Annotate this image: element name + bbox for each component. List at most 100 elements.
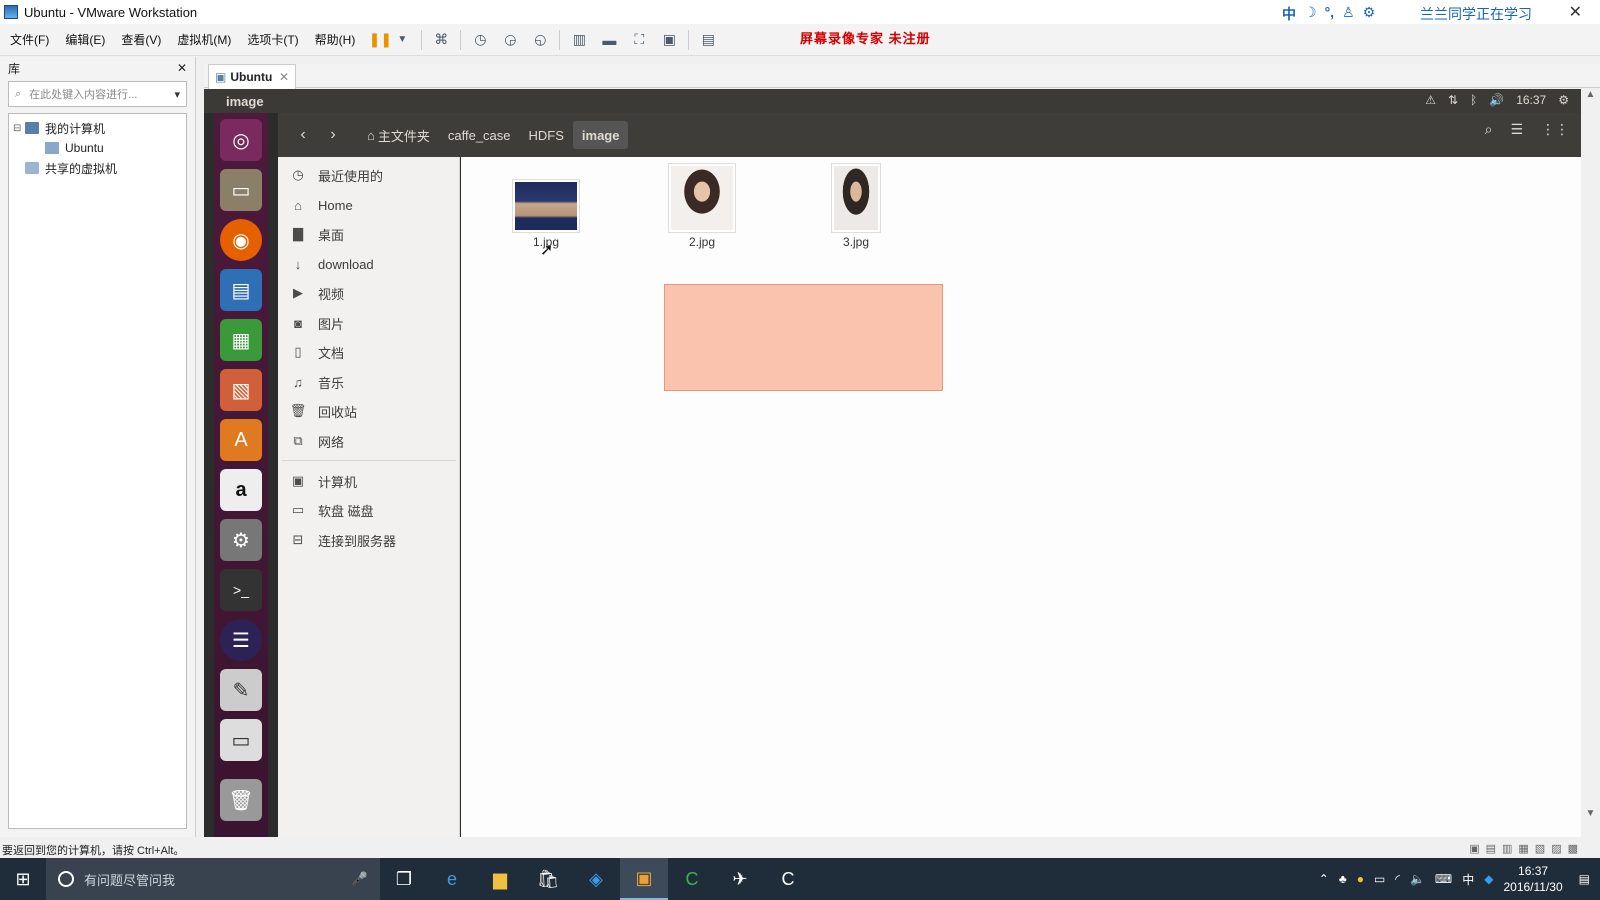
- taskbar-app-icon[interactable]: ✈: [716, 858, 764, 900]
- tree-node-ubuntu[interactable]: Ubuntu: [13, 138, 182, 158]
- vmware-taskbar-icon[interactable]: ▣: [620, 858, 668, 900]
- device-icons[interactable]: ▣▤▥▦▧▨▩: [1469, 842, 1584, 855]
- keyboard-icon[interactable]: ⌨: [1435, 872, 1452, 886]
- sidebar-item-home[interactable]: ⌂ Home: [278, 191, 460, 219]
- full-screen-icon[interactable]: ⛶: [628, 29, 650, 51]
- tray-app-icon[interactable]: ◆: [1484, 872, 1493, 886]
- sidebar-item-recent[interactable]: ◷ 最近使用的: [278, 161, 460, 189]
- file-explorer-icon[interactable]: ▆: [476, 858, 524, 900]
- close-tab-icon[interactable]: ✕: [279, 70, 289, 84]
- gear-icon[interactable]: ⚙: [1363, 4, 1376, 24]
- calc-icon[interactable]: ▦: [220, 319, 262, 361]
- taskbar-clock[interactable]: 16:37 2016/11/30: [1503, 863, 1562, 895]
- battery-icon[interactable]: ▭: [1374, 872, 1385, 886]
- tray-app-icon[interactable]: ●: [1357, 872, 1364, 886]
- sidebar-item-floppy[interactable]: ▭ 软盘 磁盘: [278, 496, 460, 524]
- file-item[interactable]: 1.jpg: [501, 179, 591, 249]
- ime-indicator[interactable]: 中: [1462, 871, 1474, 888]
- scroll-down-icon[interactable]: ▼: [1581, 808, 1600, 819]
- files-icon[interactable]: ▭: [220, 169, 262, 211]
- tree-node-my-computer[interactable]: ⊟ 我的计算机: [13, 118, 182, 138]
- search-icon[interactable]: ⌕: [1485, 121, 1493, 138]
- sidebar-item-videos[interactable]: ▶ 视频: [278, 279, 460, 307]
- breadcrumb-image[interactable]: image: [572, 121, 629, 149]
- sidebar-item-desktop[interactable]: ▇ 桌面: [278, 220, 460, 248]
- file-item[interactable]: 2.jpg: [657, 163, 747, 249]
- library-search-input[interactable]: ⌕ 在此处键入内容进行... ▾: [8, 81, 187, 107]
- tree-node-shared-vms[interactable]: 共享的虚拟机: [13, 158, 182, 178]
- sidebar-item-network[interactable]: ⧉ 网络: [278, 427, 460, 455]
- dropdown-chevron-icon[interactable]: ▼: [391, 29, 413, 51]
- writer-icon[interactable]: ▤: [220, 269, 262, 311]
- scroll-up-icon[interactable]: ▲: [1581, 89, 1600, 100]
- eclipse-icon[interactable]: ☰: [220, 619, 262, 661]
- forward-icon[interactable]: ›: [318, 121, 348, 149]
- sidebar-item-download[interactable]: ↓ download: [278, 250, 460, 278]
- menu-edit[interactable]: 编辑(E): [59, 31, 111, 48]
- volume-icon[interactable]: 🔊: [1489, 93, 1504, 107]
- ubuntu-clock[interactable]: 16:37: [1516, 93, 1546, 107]
- sidebar-item-trash[interactable]: 🗑 回收站: [278, 397, 460, 425]
- console-view-icon[interactable]: ▤: [697, 29, 719, 51]
- send-keys-icon[interactable]: ⌘: [430, 29, 452, 51]
- collapse-icon[interactable]: ⊟: [13, 123, 25, 134]
- volume-icon[interactable]: 🔈: [1410, 872, 1425, 886]
- file-item[interactable]: 3.jpg: [811, 163, 901, 249]
- sidebar-item-computer[interactable]: ▣ 计算机: [278, 467, 460, 495]
- firefox-icon[interactable]: ◉: [220, 219, 262, 261]
- impress-icon[interactable]: ▧: [220, 369, 262, 411]
- file-view[interactable]: 1.jpg 2.jpg 3.jpg ➚: [461, 157, 1581, 837]
- menu-vm[interactable]: 虚拟机(M): [171, 31, 237, 48]
- task-view-icon[interactable]: ❐: [380, 858, 428, 900]
- system-settings-icon[interactable]: ⚙: [220, 519, 262, 561]
- text-editor-icon[interactable]: ✎: [220, 669, 262, 711]
- breadcrumb-caffe-case[interactable]: caffe_case: [439, 121, 520, 149]
- windows-start-icon[interactable]: ⊞: [0, 858, 46, 900]
- camtasia-icon[interactable]: C: [668, 858, 716, 900]
- list-view-icon[interactable]: ☰: [1510, 121, 1523, 138]
- cortana-search-box[interactable]: 有问题尽管问我 🎤: [46, 858, 380, 900]
- breadcrumb-hdfs[interactable]: HDFS: [520, 121, 573, 149]
- vm-vertical-scrollbar[interactable]: ▲ ▼: [1581, 89, 1600, 837]
- tray-app-icon[interactable]: ♣: [1339, 872, 1347, 886]
- snapshot-manager-icon[interactable]: ◵: [529, 29, 551, 51]
- snapshot-icon[interactable]: ◷: [469, 29, 491, 51]
- menu-tabs[interactable]: 选项卡(T): [241, 31, 304, 48]
- terminal-icon[interactable]: >_: [220, 569, 262, 611]
- dash-icon[interactable]: ◎: [220, 119, 262, 161]
- sidebar-item-documents[interactable]: ▯ 文档: [278, 338, 460, 366]
- update-icon[interactable]: ⚠: [1425, 93, 1436, 107]
- unity-icon[interactable]: ▣: [658, 29, 680, 51]
- taskbar-app-icon[interactable]: C: [764, 858, 812, 900]
- menu-file[interactable]: 文件(F): [4, 31, 55, 48]
- show-hidden-icons[interactable]: ⌃: [1319, 872, 1329, 886]
- punctuation-icon[interactable]: °,: [1325, 4, 1335, 24]
- chevron-down-icon[interactable]: ▾: [174, 88, 180, 101]
- sidebar-item-pictures[interactable]: ◙ 图片: [278, 309, 460, 337]
- floppy-icon[interactable]: ▭: [220, 719, 262, 761]
- pause-icon[interactable]: ❚❚: [369, 29, 392, 51]
- moon-icon[interactable]: ☽: [1304, 4, 1317, 24]
- menu-view[interactable]: 查看(V): [115, 31, 167, 48]
- sidebar-item-connect-server[interactable]: ⊟ 连接到服务器: [278, 526, 460, 554]
- close-window-icon[interactable]: ✕: [1569, 2, 1582, 22]
- store-icon[interactable]: 🛍: [524, 858, 572, 900]
- close-library-icon[interactable]: ✕: [177, 61, 187, 75]
- show-library-icon[interactable]: ▥: [568, 29, 590, 51]
- trash-icon[interactable]: 🗑: [220, 779, 262, 821]
- notification-center-icon[interactable]: ▤: [1579, 872, 1590, 886]
- bluetooth-icon[interactable]: ᛒ: [1470, 93, 1477, 107]
- ubuntu-guest-screen[interactable]: image ⚠ ⇅ ᛒ 🔊 16:37 ⚙ ◎ ▭ ◉ ▤ ▦ ▧ A a ⚙ …: [204, 89, 1581, 837]
- taskbar-app-icon[interactable]: ◈: [572, 858, 620, 900]
- network-icon[interactable]: ⇅: [1448, 93, 1458, 107]
- sidebar-item-music[interactable]: ♫ 音乐: [278, 368, 460, 396]
- back-icon[interactable]: ‹: [288, 121, 318, 149]
- breadcrumb-home[interactable]: ⌂ 主文件夹: [358, 121, 439, 149]
- wifi-icon[interactable]: ◜: [1395, 872, 1400, 886]
- power-gear-icon[interactable]: ⚙: [1558, 93, 1569, 107]
- menu-help[interactable]: 帮助(H): [309, 31, 362, 48]
- microphone-icon[interactable]: 🎤: [352, 871, 368, 887]
- amazon-icon[interactable]: a: [220, 469, 262, 511]
- software-center-icon[interactable]: A: [220, 419, 262, 461]
- skin-icon[interactable]: ♙: [1342, 4, 1355, 24]
